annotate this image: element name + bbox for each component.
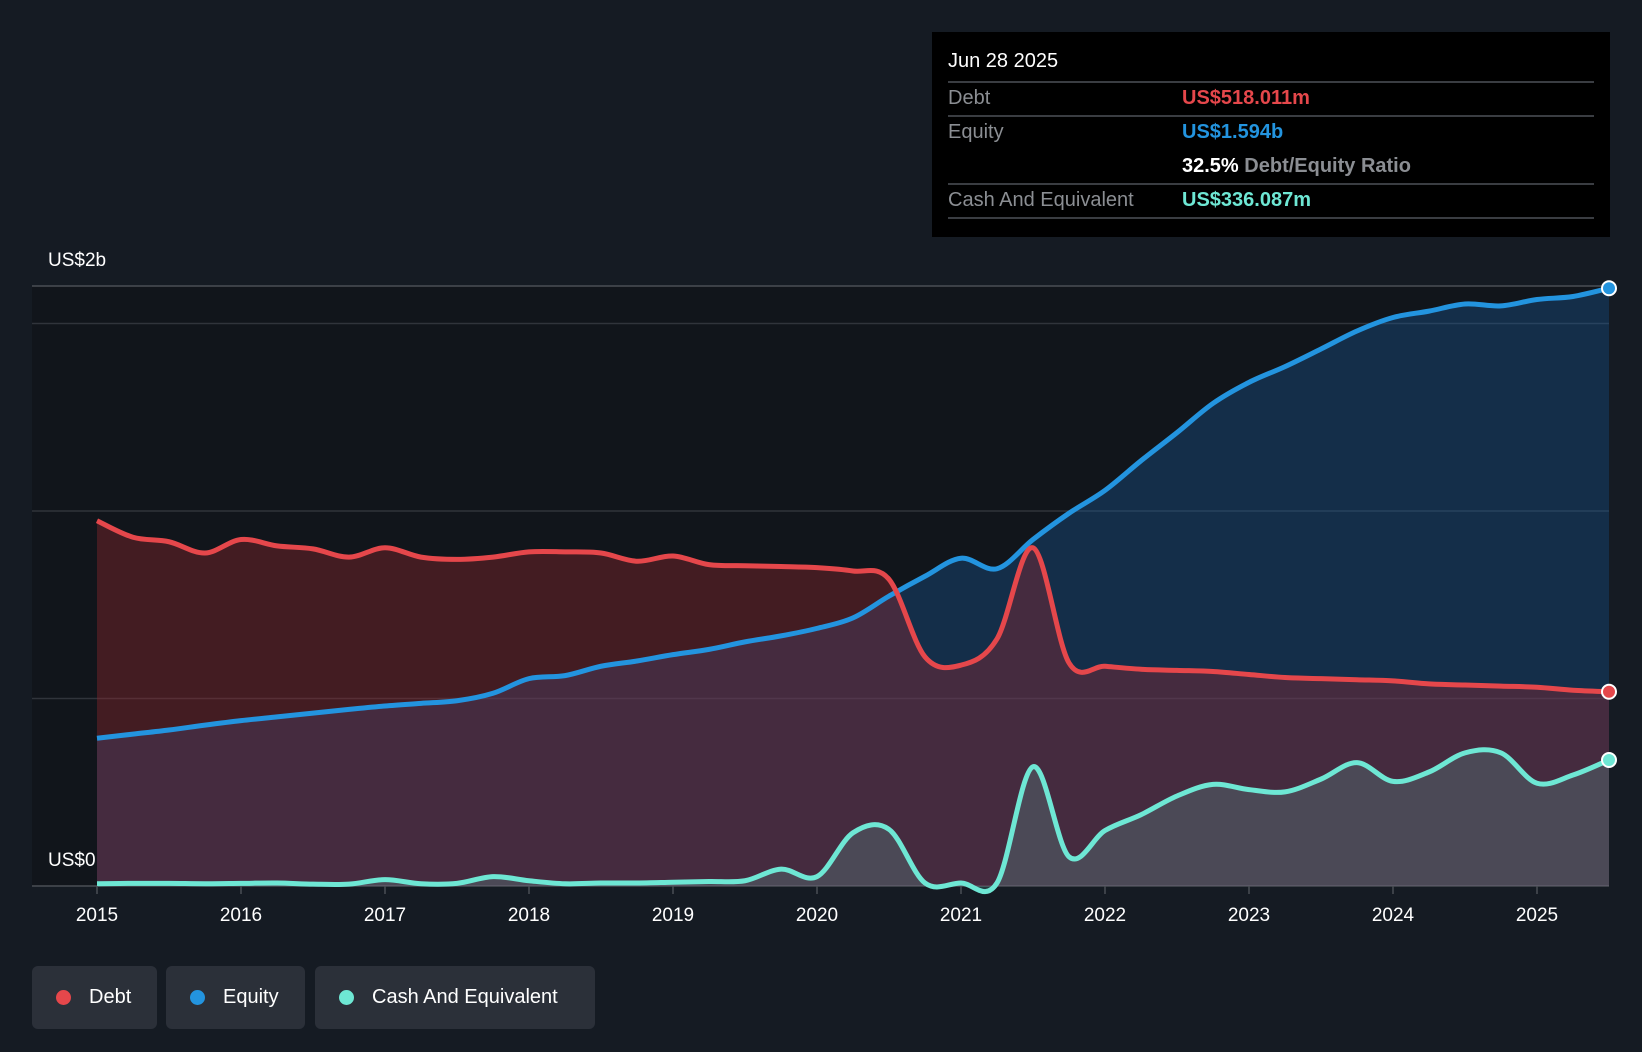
tooltip-ratio: 32.5% Debt/Equity Ratio bbox=[1182, 155, 1411, 178]
tooltip-cash-value: US$336.087m bbox=[1182, 189, 1311, 211]
debt-end-marker bbox=[1601, 683, 1617, 700]
tooltip-equity-value: US$1.594b bbox=[1182, 121, 1284, 143]
legend-debt-button[interactable]: Debt bbox=[32, 966, 157, 1029]
equity-end-marker bbox=[1601, 280, 1617, 297]
tooltip-debt-value: US$518.011m bbox=[1182, 87, 1310, 109]
debt-dot-icon bbox=[56, 990, 71, 1005]
x-tick-label: 2019 bbox=[652, 905, 694, 926]
tooltip-ratio-value: 32.5% bbox=[1182, 155, 1239, 177]
x-tick-label: 2021 bbox=[940, 905, 982, 926]
legend-debt-label: Debt bbox=[89, 986, 132, 1008]
tooltip-date: Jun 28 2025 bbox=[948, 50, 1059, 72]
equity-dot-icon bbox=[190, 990, 205, 1005]
y-axis-top-label: US$2b bbox=[48, 250, 107, 271]
x-tick-label: 2024 bbox=[1372, 905, 1415, 926]
tooltip-cash-label: Cash And Equivalent bbox=[948, 189, 1134, 211]
legend-cash-button[interactable]: Cash And Equivalent bbox=[315, 966, 595, 1029]
cash-and-equivalent-end-marker bbox=[1601, 752, 1617, 768]
x-tick-label: 2016 bbox=[220, 905, 262, 926]
tooltip: Jun 28 2025 Debt US$518.011m Equity US$1… bbox=[932, 32, 1610, 237]
tooltip-divider bbox=[948, 217, 1594, 219]
tooltip-ratio-label: Debt/Equity Ratio bbox=[1244, 155, 1411, 177]
tooltip-debt-row: Debt US$518.011m bbox=[948, 81, 1594, 117]
legend-cash-label: Cash And Equivalent bbox=[372, 986, 558, 1008]
tooltip-debt-label: Debt bbox=[948, 87, 991, 109]
x-tick-label: 2017 bbox=[364, 905, 406, 926]
legend-equity-button[interactable]: Equity bbox=[166, 966, 305, 1029]
x-tick-label: 2015 bbox=[76, 905, 118, 926]
x-tick-label: 2018 bbox=[508, 905, 550, 926]
tooltip-equity-row: Equity US$1.594b 32.5% Debt/Equity Ratio bbox=[948, 115, 1594, 185]
x-tick-label: 2020 bbox=[796, 905, 838, 926]
x-tick-label: 2023 bbox=[1228, 905, 1270, 926]
tooltip-cash-row: Cash And Equivalent US$336.087m bbox=[948, 183, 1594, 219]
x-tick-label: 2025 bbox=[1516, 905, 1558, 926]
y-axis-bottom-label: US$0 bbox=[48, 850, 96, 871]
tooltip-equity-label: Equity bbox=[948, 121, 1004, 143]
x-tick-label: 2022 bbox=[1084, 905, 1126, 926]
legend-equity-label: Equity bbox=[223, 986, 279, 1008]
cash-dot-icon bbox=[339, 990, 354, 1005]
